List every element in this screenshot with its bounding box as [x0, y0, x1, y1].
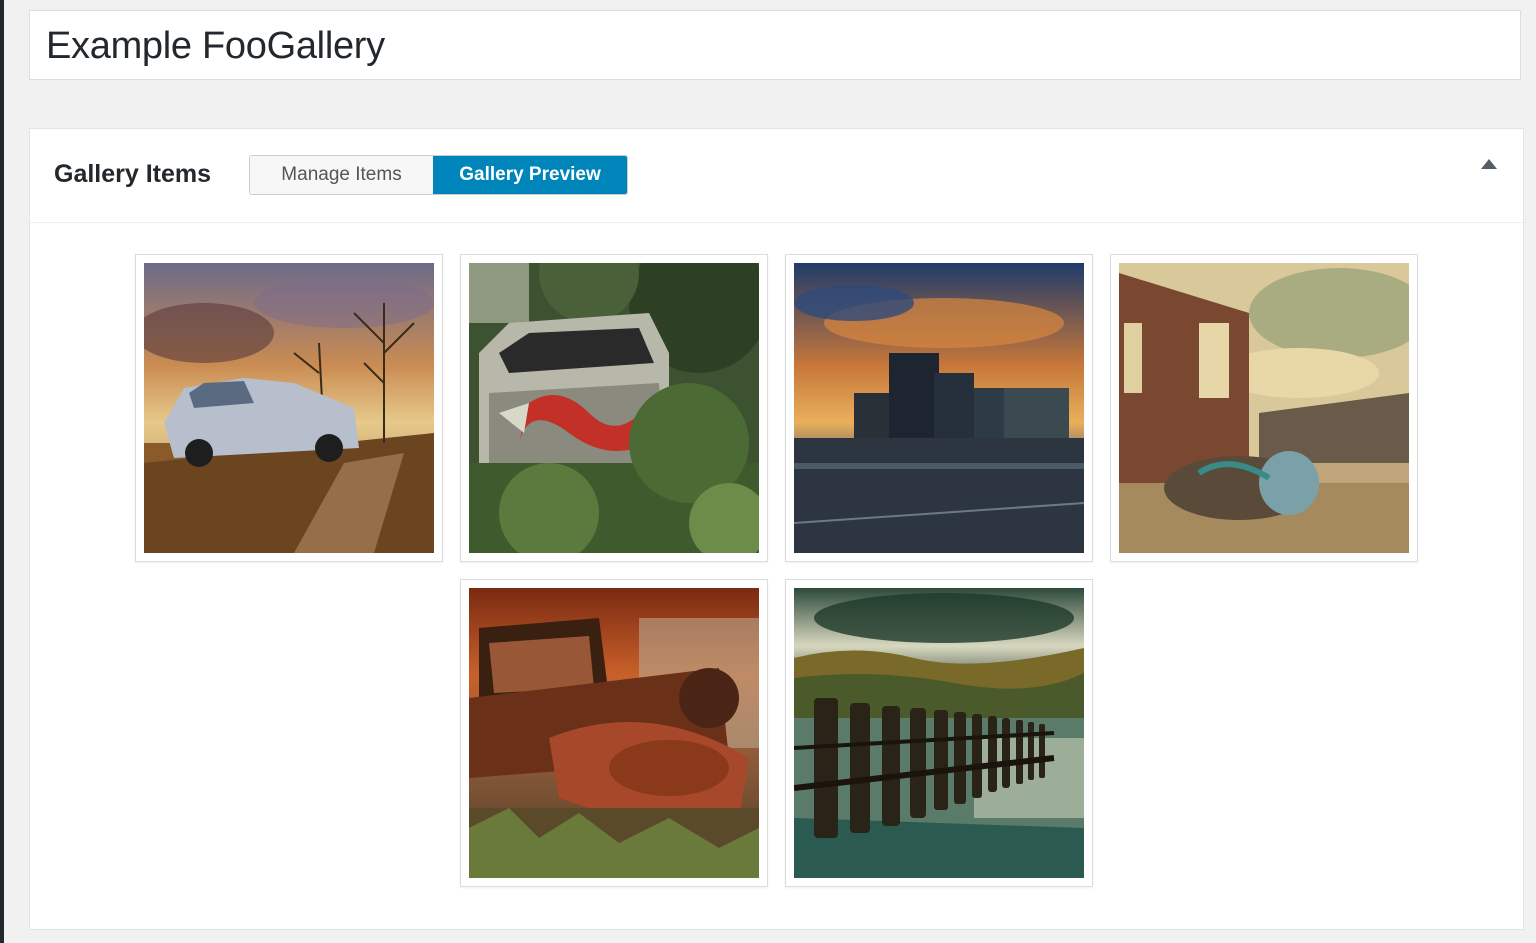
thumbnail-image	[469, 263, 759, 553]
gallery-item[interactable]	[1110, 254, 1418, 562]
thumbnail-image	[794, 263, 1084, 553]
tab-manage-items[interactable]: Manage Items	[250, 156, 433, 194]
gallery-items-metabox: Gallery Items Manage Items Gallery Previ…	[29, 128, 1524, 930]
post-title[interactable]: Example FooGallery	[46, 23, 385, 69]
gallery-item[interactable]	[785, 254, 1093, 562]
tab-gallery-preview[interactable]: Gallery Preview	[433, 156, 627, 194]
gallery-item[interactable]	[460, 254, 768, 562]
gallery-item[interactable]	[460, 579, 768, 887]
gallery-item[interactable]	[135, 254, 443, 562]
thumbnail-image	[1119, 263, 1409, 553]
metabox-title: Gallery Items	[54, 160, 212, 188]
thumbnail-image	[794, 588, 1084, 878]
metabox-header: Gallery Items Manage Items Gallery Previ…	[30, 129, 1523, 223]
thumbnail-image	[469, 588, 759, 878]
tab-group: Manage Items Gallery Preview	[249, 155, 628, 195]
post-title-field[interactable]: Example FooGallery	[29, 10, 1521, 80]
triangle-up-icon[interactable]	[1481, 159, 1497, 169]
thumbnail-image	[144, 263, 434, 553]
gallery-item[interactable]	[785, 579, 1093, 887]
window-edge	[0, 0, 4, 943]
